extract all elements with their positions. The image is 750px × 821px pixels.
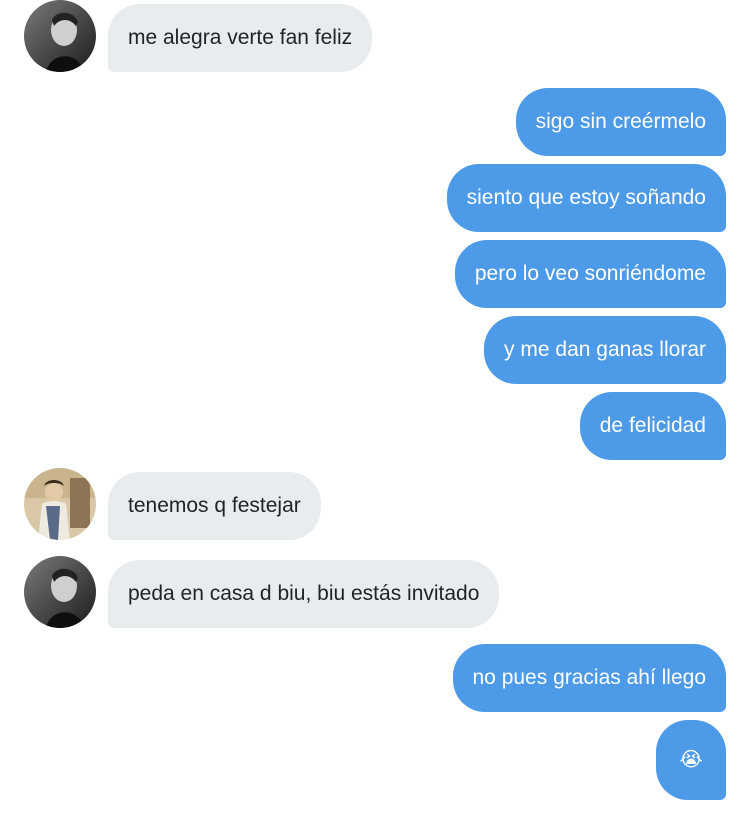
message-bubble-outgoing[interactable]: no pues gracias ahí llego [452, 644, 726, 712]
message-bubble-outgoing[interactable]: pero lo veo sonriéndome [454, 240, 726, 308]
message-bubble-incoming[interactable]: peda en casa d biu, biu estás invitado [108, 560, 500, 628]
profile-photo-icon [24, 468, 96, 540]
message-bubble-outgoing[interactable]: de felicidad [579, 392, 726, 460]
message-bubble-emoji[interactable]: 😭 [656, 720, 726, 800]
avatar-contact-2[interactable] [24, 468, 96, 540]
message-bubble-outgoing[interactable]: sigo sin creérmelo [515, 88, 726, 156]
message-bubble-incoming[interactable]: tenemos q festejar [108, 472, 321, 540]
profile-photo-icon [24, 0, 96, 72]
message-bubble-outgoing[interactable]: siento que estoy soñando [446, 164, 726, 232]
crying-face-icon: 😭 [679, 749, 703, 771]
avatar-contact-1[interactable] [24, 556, 96, 628]
profile-photo-icon [24, 556, 96, 628]
message-bubble-incoming[interactable]: me alegra verte fan feliz [108, 4, 373, 72]
avatar-contact-1[interactable] [24, 0, 96, 72]
message-bubble-outgoing[interactable]: y me dan ganas llorar [484, 316, 726, 384]
